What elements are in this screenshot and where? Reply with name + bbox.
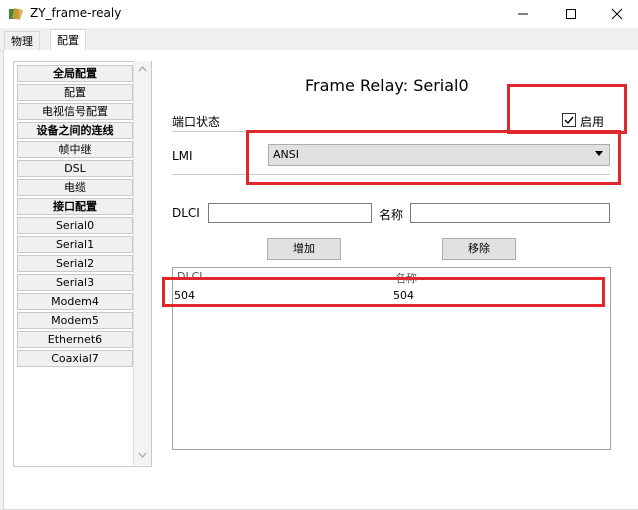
tab-config[interactable]: 配置 [50,29,86,52]
maximize-icon [566,9,576,19]
highlight-box-lmi [246,130,621,185]
title-bar: ZY_frame-realy [0,0,638,28]
sidebar-item-serial1[interactable]: Serial1 [17,236,133,253]
tab-strip [0,28,638,51]
sidebar-item-tv-signal[interactable]: 电视信号配置 [17,103,133,120]
sidebar-item-interface-config[interactable]: 接口配置 [17,198,133,215]
dlci-label: DLCI [172,206,200,220]
close-icon [611,8,623,20]
add-button[interactable]: 增加 [267,238,341,260]
sidebar-item-device-links[interactable]: 设备之间的连线 [17,122,133,139]
minimize-button[interactable] [500,0,546,28]
sidebar-item-modem5[interactable]: Modem5 [17,312,133,329]
remove-button[interactable]: 移除 [442,238,516,260]
sidebar-item-serial0[interactable]: Serial0 [17,217,133,234]
scroll-up-icon [138,66,147,72]
sidebar-item-serial2[interactable]: Serial2 [17,255,133,272]
app-icon [9,8,23,20]
scroll-down-icon [138,452,147,458]
sidebar-item-modem4[interactable]: Modem4 [17,293,133,310]
close-button[interactable] [594,0,638,28]
dlci-input[interactable] [208,203,372,223]
lmi-label: LMI [172,149,193,163]
name-input[interactable] [410,203,610,223]
sidebar-item-cable[interactable]: 电缆 [17,179,133,196]
maximize-button[interactable] [548,0,594,28]
tab-physical[interactable]: 物理 [4,31,40,51]
sidebar-item-config[interactable]: 配置 [17,84,133,101]
highlight-box-enable [507,84,627,134]
window-title: ZY_frame-realy [30,6,122,20]
highlight-box-row [162,277,605,307]
name-label: 名称 [379,208,404,222]
sidebar-scrollbar[interactable] [133,61,151,465]
sidebar-item-ethernet6[interactable]: Ethernet6 [17,331,133,348]
sidebar-item-coaxial7[interactable]: Coaxial7 [17,350,133,367]
page-title: Frame Relay: Serial0 [305,76,469,95]
sidebar-list: 全局配置 配置 电视信号配置 设备之间的连线 帧中继 DSL 电缆 接口配置 S… [13,61,152,467]
sidebar-item-dsl[interactable]: DSL [17,160,133,177]
port-status-label: 端口状态 [172,115,221,129]
sidebar-item-global-config[interactable]: 全局配置 [17,65,133,82]
minimize-icon [518,13,528,15]
sidebar-item-serial3[interactable]: Serial3 [17,274,133,291]
sidebar-item-frame-relay[interactable]: 帧中继 [17,141,133,158]
